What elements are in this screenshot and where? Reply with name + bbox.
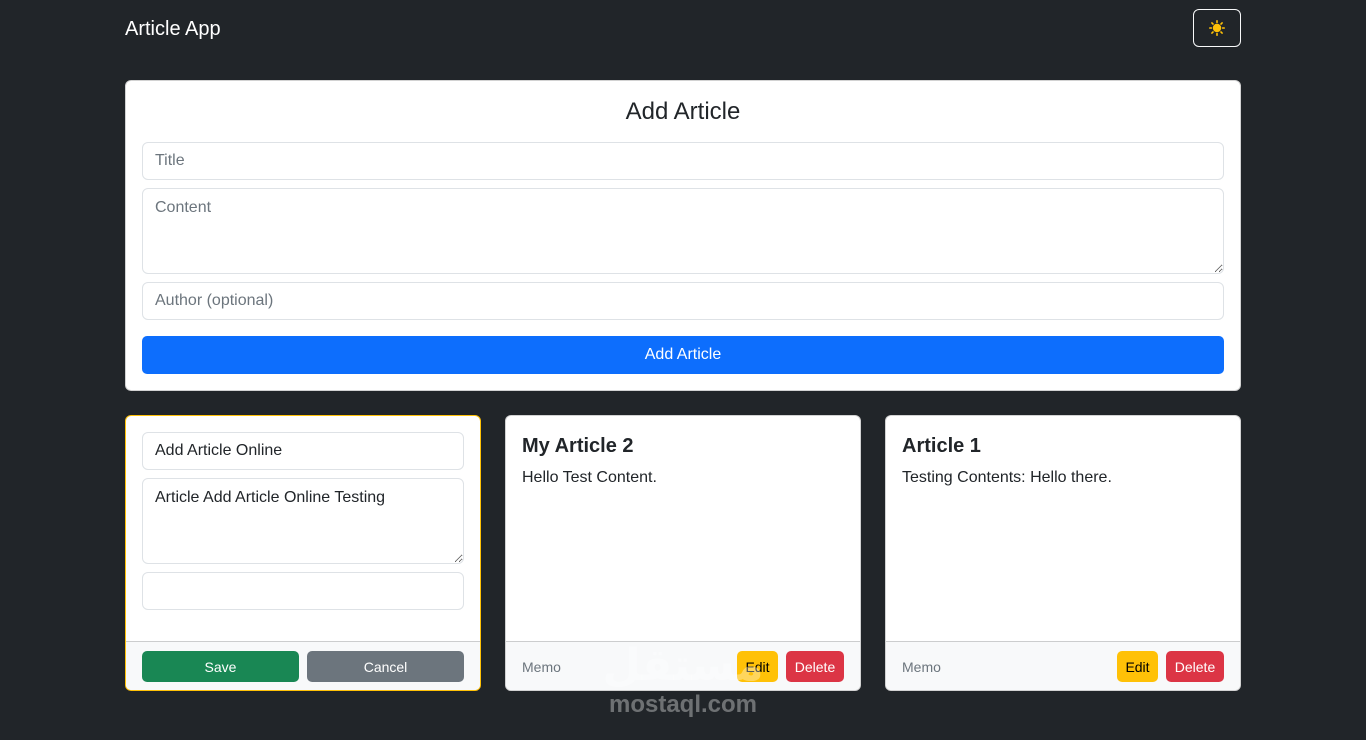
article-card-footer: Memo Edit Delete <box>506 641 860 690</box>
article-card-footer: Memo Edit Delete <box>886 641 1240 690</box>
author-input[interactable] <box>142 282 1224 320</box>
add-article-heading: Add Article <box>625 98 741 125</box>
brand-title[interactable]: Article App <box>125 17 221 41</box>
article-content: Testing Contents: Hello there. <box>902 469 1112 486</box>
article-card: Article 1 Testing Contents: Hello there.… <box>885 415 1241 691</box>
article-author: Memo <box>902 659 941 675</box>
edit-title-input[interactable] <box>142 432 464 470</box>
delete-button[interactable]: Delete <box>1166 651 1224 682</box>
navbar: Article App <box>0 0 1366 58</box>
edit-content-textarea[interactable]: Article Add Article Online Testing <box>142 478 464 564</box>
title-input[interactable] <box>142 142 1224 180</box>
add-article-heading-wrap: Add Article <box>0 97 1366 127</box>
cancel-button[interactable]: Cancel <box>307 651 464 682</box>
theme-toggle-button[interactable] <box>1193 9 1241 47</box>
edit-button[interactable]: Edit <box>1117 651 1158 682</box>
article-title: My Article 2 <box>522 435 634 457</box>
save-button[interactable]: Save <box>142 651 299 682</box>
delete-button[interactable]: Delete <box>786 651 844 682</box>
edit-button[interactable]: Edit <box>737 651 778 682</box>
add-article-button[interactable]: Add Article <box>142 336 1224 374</box>
sun-icon <box>1209 20 1225 36</box>
content-textarea[interactable] <box>142 188 1224 274</box>
edit-author-input[interactable] <box>142 572 464 610</box>
article-content: Hello Test Content. <box>522 469 657 486</box>
article-author: Memo <box>522 659 561 675</box>
article-title: Article 1 <box>902 435 981 457</box>
watermark-text: mostaql.com <box>608 691 758 718</box>
article-card: My Article 2 Hello Test Content. Memo Ed… <box>505 415 861 691</box>
